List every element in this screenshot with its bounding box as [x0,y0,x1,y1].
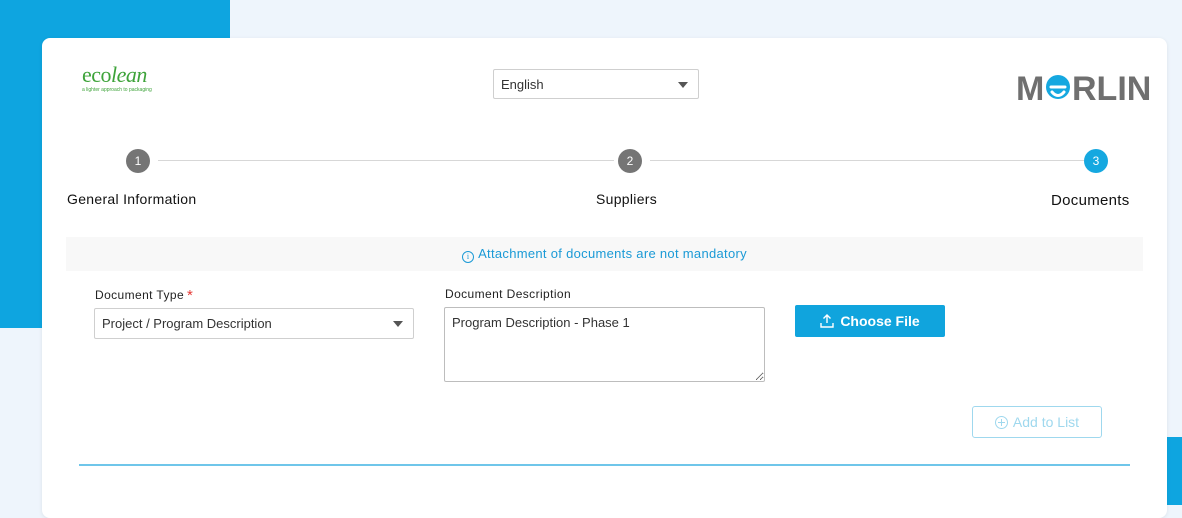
language-select-value: English [501,77,544,92]
choose-file-button[interactable]: Choose File [795,305,945,337]
chevron-down-icon [393,321,403,327]
merlin-logo: M RLIN [1016,70,1151,104]
add-to-list-button[interactable]: Add to List [972,406,1102,438]
language-select[interactable]: English [493,69,699,99]
ecolean-logo: ecolean a lighter approach to packaging [82,64,172,96]
info-message: Attachment of documents are not mandator… [478,246,747,261]
plus-circle-icon [994,415,1008,429]
add-to-list-label: Add to List [1012,414,1080,430]
info-banner: i Attachment of documents are not mandato… [66,237,1143,271]
background-accent-block-right [1166,437,1182,505]
document-type-value: Project / Program Description [102,316,272,331]
step-2-label[interactable]: Suppliers [596,191,657,207]
section-divider [79,464,1130,466]
document-description-textarea[interactable]: Program Description - Phase 1 [444,307,765,382]
svg-text:RLIN: RLIN [1072,70,1151,104]
info-icon: i [462,251,475,263]
upload-icon [820,314,835,328]
svg-text:M: M [1016,70,1044,104]
choose-file-label: Choose File [840,313,920,329]
document-type-label: Document Type * [95,287,194,304]
chevron-down-icon [678,82,688,88]
logo-tagline: a lighter approach to packaging [82,87,152,93]
step-1-circle[interactable]: 1 [126,149,150,173]
step-connector-2 [650,160,1084,161]
step-3-label[interactable]: Documents [1051,192,1130,209]
step-3-circle[interactable]: 3 [1084,149,1108,173]
main-card: ecolean a lighter approach to packaging … [42,38,1167,518]
logo-eco-text: eco [82,62,112,87]
step-connector-1 [158,160,614,161]
document-type-select[interactable]: Project / Program Description [94,308,414,339]
document-description-label: Document Description [445,287,572,301]
step-1-label[interactable]: General Information [67,191,196,207]
required-marker: * [187,287,194,304]
logo-lean-text: lean [111,62,147,87]
step-2-circle[interactable]: 2 [618,149,642,173]
